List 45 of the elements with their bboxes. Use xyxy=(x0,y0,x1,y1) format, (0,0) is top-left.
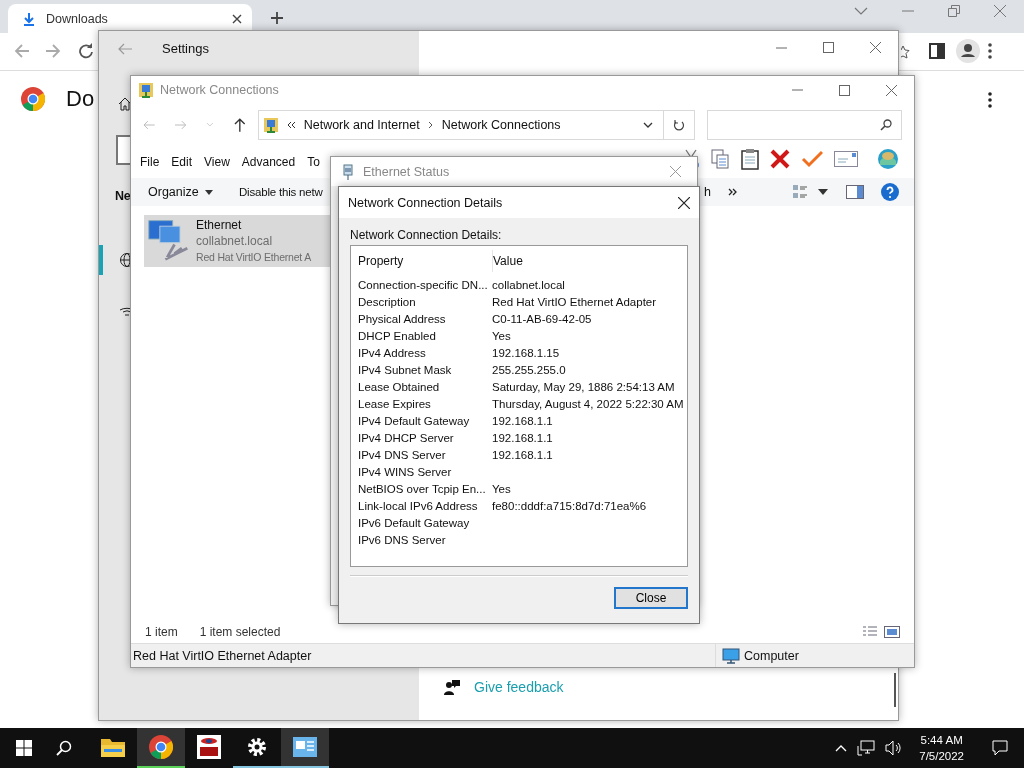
value-cell: Saturday, May 29, 1886 2:54:13 AM xyxy=(492,380,675,393)
property-cell-text: IPv4 Default Gateway xyxy=(358,414,471,427)
property-cell-text: Lease Obtained xyxy=(358,380,441,393)
property-cell-text: Lease Expires xyxy=(358,397,432,410)
dialog-title: Network Connection Details xyxy=(348,195,503,210)
window-title: Network Connections xyxy=(160,83,279,97)
value-cell: C0-11-AB-69-42-05 xyxy=(492,312,592,325)
value-cell: 192.168.1.1 xyxy=(492,448,553,461)
value-cell: Thursday, August 4, 2022 5:22:30 AM xyxy=(492,397,684,410)
value-cell: Red Hat VirtIO Ethernet Adapter xyxy=(492,295,657,308)
connection-adapter: Red Hat VirtIO Ethernet A xyxy=(196,250,312,265)
property-cell-text: IPv4 Subnet Mask xyxy=(358,363,453,376)
value-cell: collabnet.local xyxy=(492,278,565,291)
value-cell: Yes xyxy=(492,482,511,495)
property-cell-text: Physical Address xyxy=(358,312,447,325)
property-cell-text: IPv4 DNS Server xyxy=(358,448,447,461)
property-cell-text: NetBIOS over Tcpip En... xyxy=(358,482,487,495)
value-cell: 192.168.1.15 xyxy=(492,346,560,359)
property-cell-text: IPv4 WINS Server xyxy=(358,465,453,478)
nav-heading: Ne xyxy=(115,189,131,203)
item-count: 1 item xyxy=(145,625,178,639)
property-cell-text: IPv4 DHCP Server xyxy=(358,431,455,444)
value-cell: 255.255.255.0 xyxy=(492,363,566,376)
property-cell-text: IPv4 Address xyxy=(358,346,427,359)
window-title: Ethernet Status xyxy=(363,164,450,179)
date: 7/5/2022 xyxy=(919,749,964,764)
value-cell: Yes xyxy=(492,329,511,342)
status-text: Red Hat VirtIO Ethernet Adapter xyxy=(133,648,312,663)
property-cell-text: Description xyxy=(358,295,417,308)
page-title: Do xyxy=(66,86,95,112)
value-cell: 192.168.1.1 xyxy=(492,431,553,444)
selection-count: 1 item selected xyxy=(199,625,281,639)
connection-network: collabnet.local xyxy=(196,233,274,249)
property-cell-text: Link-local IPv6 Address xyxy=(358,499,479,512)
property-cell-text: Connection-specific DN... xyxy=(358,278,489,291)
property-cell-text: DHCP Enabled xyxy=(358,329,437,342)
value-cell: 192.168.1.1 xyxy=(492,414,553,427)
zone-label: Computer xyxy=(744,648,799,663)
window-title: Settings xyxy=(162,41,209,56)
connection-name: Ethernet xyxy=(196,217,243,233)
property-cell-text: IPv6 Default Gateway xyxy=(358,516,471,529)
value-cell: fe80::dddf:a715:8d7d:71ea%6 xyxy=(492,499,647,512)
time: 5:44 AM xyxy=(920,733,963,748)
list-label: Network Connection Details: xyxy=(350,228,503,242)
property-cell-text: IPv6 DNS Server xyxy=(358,533,447,546)
